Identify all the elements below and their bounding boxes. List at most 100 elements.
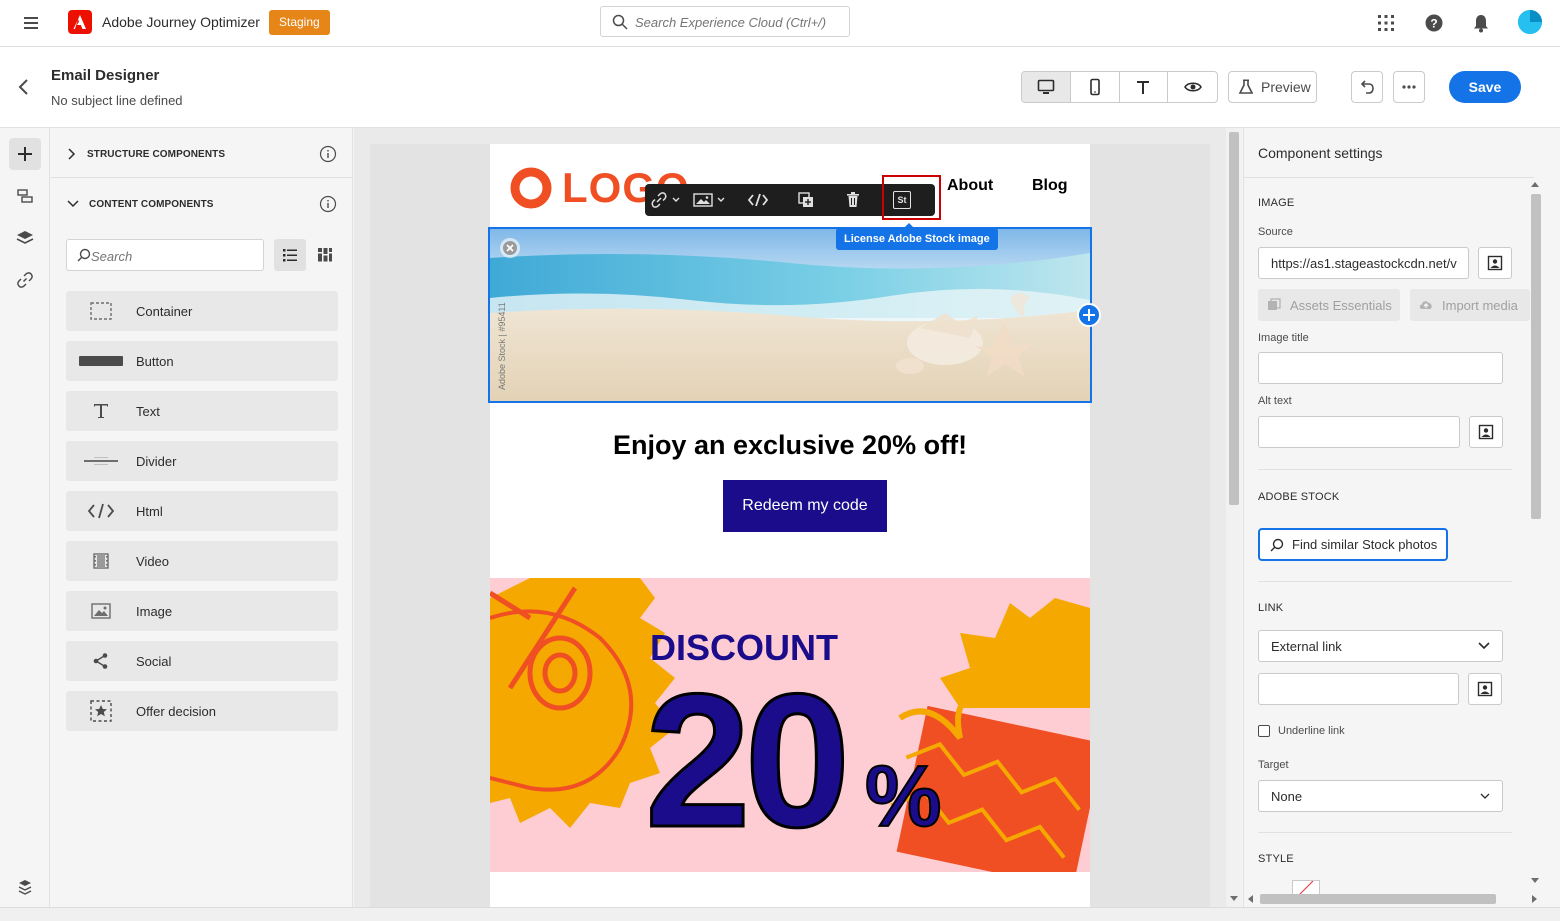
assets-essentials-button[interactable]: Assets Essentials [1258,289,1400,321]
redeem-code-button[interactable]: Redeem my code [723,480,887,532]
info-icon[interactable] [319,195,337,213]
browse-source-button[interactable] [1478,247,1512,279]
scroll-down-icon[interactable] [1531,878,1539,884]
text-view-button[interactable] [1120,72,1169,102]
panel-divider [51,177,353,178]
settings-scroll-thumb[interactable] [1531,194,1541,519]
structure-components-title: STRUCTURE COMPONENTS [87,148,226,160]
container-icon [66,302,136,320]
banner-value: 20 [645,655,844,867]
scroll-left-icon[interactable] [1248,895,1254,903]
nav-blog-link[interactable]: Blog [1032,177,1068,195]
remove-image-button[interactable] [500,238,520,258]
image-options-button[interactable] [687,184,733,216]
links-tab[interactable] [9,264,41,296]
component-offer-decision[interactable]: Offer decision [66,691,338,731]
logo-circle-icon [510,167,552,209]
target-value: None [1271,788,1303,804]
help-icon[interactable]: ? [1423,12,1445,34]
component-search[interactable] [66,239,264,271]
component-label: Container [136,303,193,319]
component-container[interactable]: Container [66,291,338,331]
global-search-input[interactable] [635,12,840,32]
component-button[interactable]: Button [66,341,338,381]
link-personalize-button[interactable] [1468,673,1502,705]
component-html[interactable]: Html [66,491,338,531]
underline-link-option[interactable]: Underline link [1258,725,1345,737]
add-block-handle[interactable] [1077,303,1101,327]
close-icon [503,241,517,255]
global-search[interactable] [600,6,850,37]
visibility-view-button[interactable] [1168,72,1217,102]
canvas-scroll-thumb[interactable] [1229,132,1239,505]
layers-settings-tab[interactable] [9,872,41,904]
list-view-button[interactable] [274,239,306,271]
code-button[interactable] [733,184,783,216]
alt-text-input[interactable] [1258,416,1460,448]
scroll-right-icon[interactable] [1532,895,1538,903]
component-social[interactable]: Social [66,641,338,681]
email-headline[interactable]: Enjoy an exclusive 20% off! [490,430,1090,461]
chevron-right-icon [68,148,76,160]
content-components-header[interactable]: CONTENT COMPONENTS [67,189,347,219]
desktop-view-button[interactable] [1022,72,1071,102]
desktop-icon [1037,79,1055,94]
text-icon [1137,81,1150,94]
delete-button[interactable] [829,184,877,216]
avatar[interactable] [1518,10,1542,34]
adobe-logo[interactable] [68,10,92,34]
duplicate-button[interactable] [783,184,829,216]
preview-button[interactable]: Preview [1228,71,1317,103]
mobile-view-button[interactable] [1071,72,1120,102]
import-media-button[interactable]: Import media [1410,289,1530,321]
video-icon [66,552,136,570]
undo-button[interactable] [1351,71,1383,103]
link-section-title: LINK [1258,602,1284,614]
scroll-up-icon[interactable] [1531,182,1539,188]
link-button[interactable] [645,184,687,216]
back-button[interactable] [14,77,34,97]
settings-divider [1244,177,1534,178]
component-search-input[interactable] [91,247,251,265]
ellipsis-icon [1402,85,1416,89]
assets-essentials-label: Assets Essentials [1290,297,1392,313]
mobile-icon [1089,78,1100,96]
underline-checkbox[interactable] [1258,725,1270,737]
link-url-input[interactable] [1258,673,1459,705]
component-image[interactable]: Image [66,591,338,631]
scroll-down-icon[interactable] [1230,896,1238,902]
layers-tab[interactable] [9,222,41,254]
add-components-tab[interactable] [9,138,41,170]
grid-view-button[interactable] [309,239,341,271]
preview-label: Preview [1261,79,1311,95]
bottom-scroll-strip [0,907,1560,921]
more-actions-button[interactable] [1393,71,1425,103]
component-divider[interactable]: Divider [66,441,338,481]
alt-text-personalize-button[interactable] [1469,416,1503,448]
component-video[interactable]: Video [66,541,338,581]
hamburger-icon[interactable] [22,14,40,32]
bell-icon[interactable] [1470,12,1492,34]
email-body: LOGO About Blog Adobe Stock | #95411 St … [488,144,1101,908]
image-title-input[interactable] [1258,352,1503,384]
component-text[interactable]: Text [66,391,338,431]
structure-components-header[interactable]: STRUCTURE COMPONENTS [67,139,347,169]
component-label: Divider [136,453,177,469]
apps-grid-icon[interactable] [1375,12,1397,34]
discount-banner-image[interactable]: DISCOUNT 20 % [490,578,1090,872]
link-type-select[interactable]: External link [1258,630,1503,662]
banner-percent: % [865,749,941,845]
target-select[interactable]: None [1258,780,1503,812]
nav-about-link[interactable]: About [947,177,993,195]
horizontal-scroll-thumb[interactable] [1260,894,1496,904]
save-button[interactable]: Save [1449,71,1521,103]
info-icon[interactable] [319,145,337,163]
settings-scrollbar[interactable] [1528,178,1542,893]
find-similar-stock-button[interactable]: Find similar Stock photos [1258,528,1448,561]
source-input[interactable]: https://as1.stageastockcdn.net/v [1258,247,1469,279]
settings-horizontal-scrollbar[interactable] [1244,891,1544,907]
canvas-scrollbar[interactable] [1226,128,1242,908]
app-title[interactable]: Adobe Journey Optimizer [102,14,260,30]
fragments-tab[interactable] [9,180,41,212]
top-bar: Adobe Journey Optimizer Staging ? [0,0,1560,47]
